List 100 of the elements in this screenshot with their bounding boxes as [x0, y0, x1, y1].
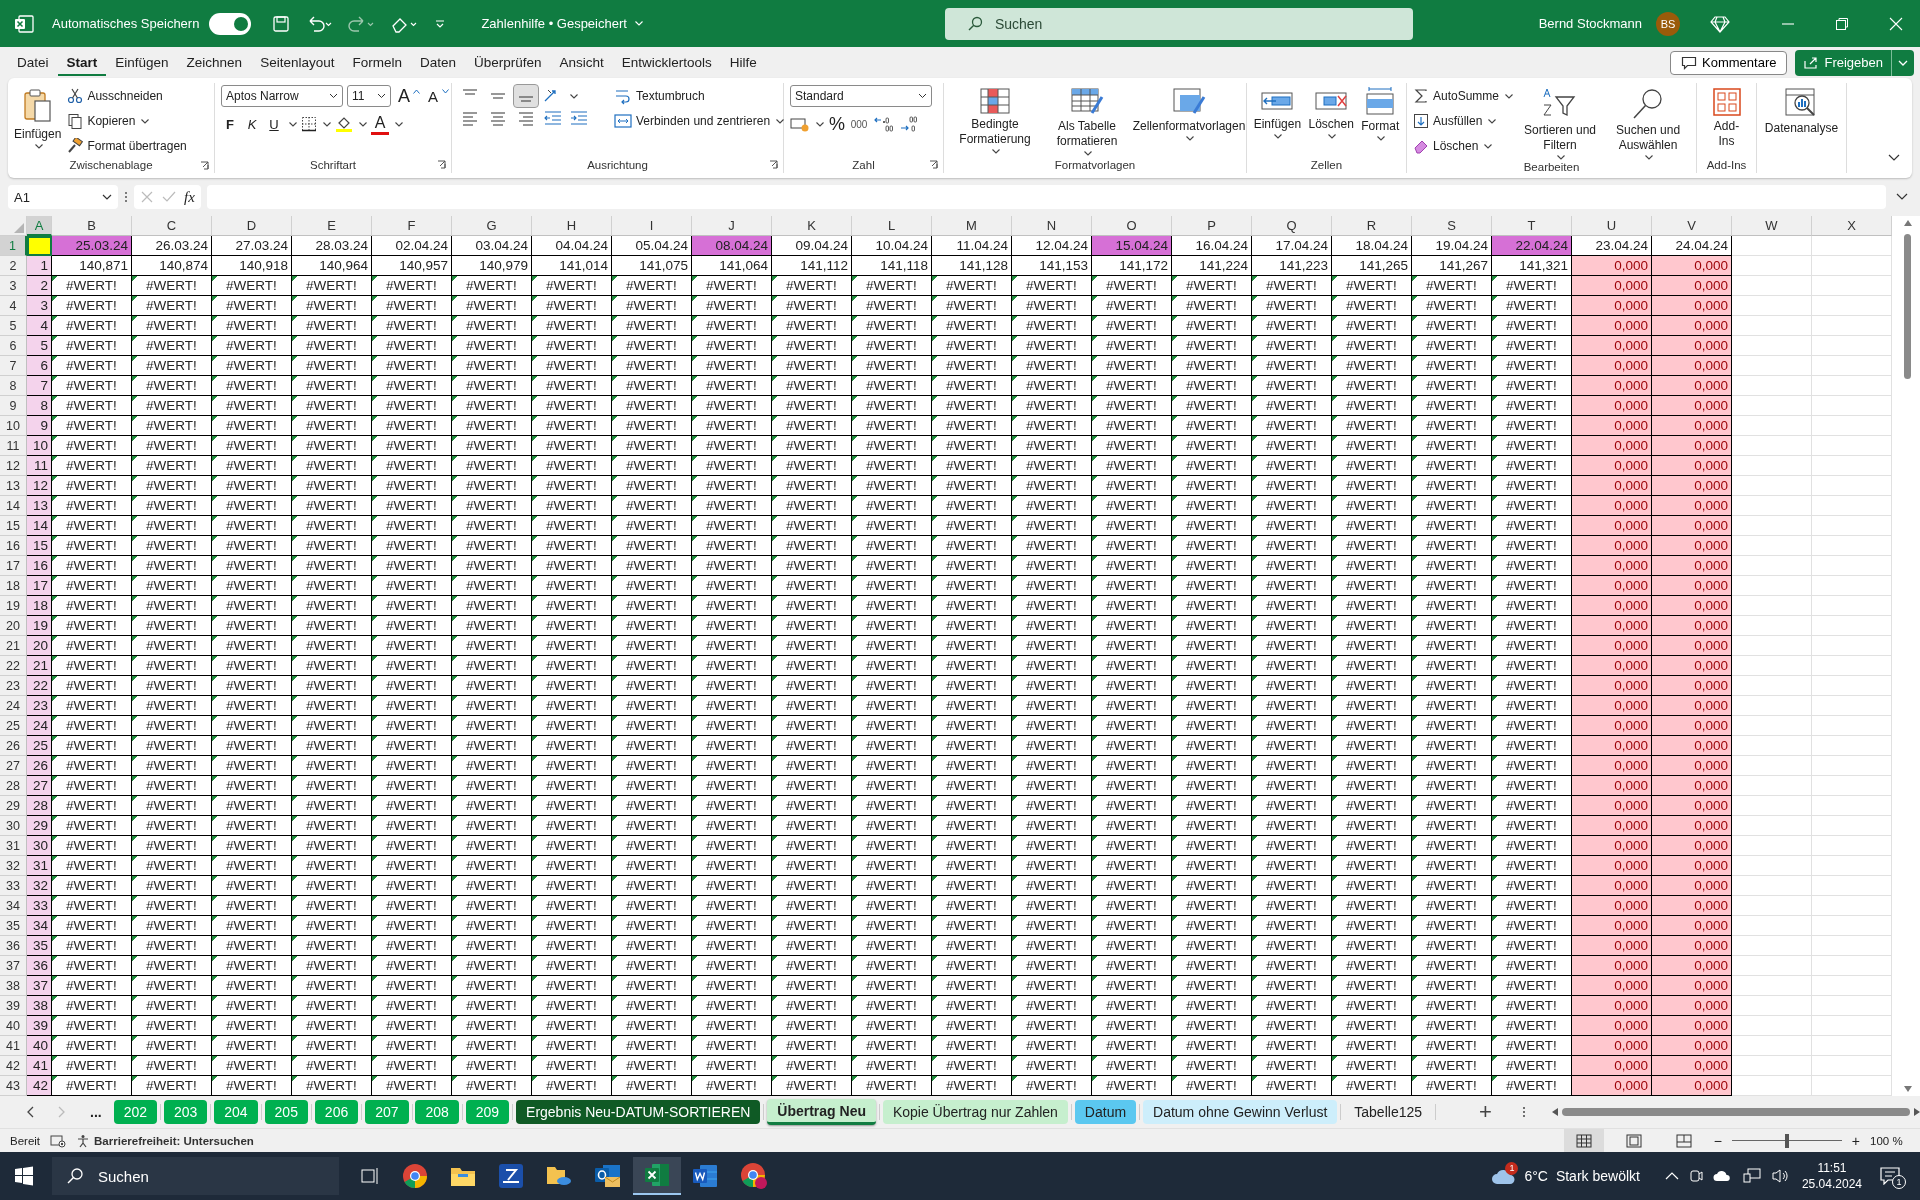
- menu-tab[interactable]: Formeln: [343, 49, 411, 76]
- column-header[interactable]: X: [1812, 216, 1892, 236]
- find-select-button[interactable]: Suchen und Auswählen: [1607, 85, 1690, 153]
- row-header[interactable]: 25: [0, 716, 27, 736]
- row-header[interactable]: 3: [0, 276, 27, 296]
- sheet-tab[interactable]: Kopie Übertrag nur Zahlen: [882, 1100, 1068, 1124]
- column-header[interactable]: E: [292, 216, 372, 236]
- close-icon[interactable]: [1889, 16, 1903, 31]
- folder-icon[interactable]: [450, 1165, 476, 1187]
- caret-icon[interactable]: [776, 118, 785, 124]
- scrollbar-thumb[interactable]: [1561, 1108, 1910, 1116]
- caret-icon[interactable]: [1645, 155, 1654, 160]
- row-header[interactable]: 32: [0, 856, 27, 876]
- dialog-launcher-icon[interactable]: [929, 160, 938, 169]
- cell-styles-button[interactable]: Zellenformatvorlagen: [1134, 85, 1244, 134]
- font-size-field[interactable]: 11: [347, 85, 391, 107]
- menu-tab[interactable]: Einfügen: [106, 49, 178, 76]
- fill-color-icon[interactable]: [335, 115, 353, 133]
- caret-icon[interactable]: [1505, 93, 1514, 99]
- clear-button[interactable]: Löschen: [1413, 135, 1479, 157]
- sheet-tab[interactable]: Datum ohne Gewinn Verlust: [1143, 1100, 1338, 1124]
- row-header[interactable]: 39: [0, 996, 27, 1016]
- sheet-tab[interactable]: Datum: [1074, 1100, 1137, 1124]
- row-header[interactable]: 21: [0, 636, 27, 656]
- word-icon[interactable]: [692, 1164, 718, 1188]
- column-header[interactable]: T: [1492, 216, 1572, 236]
- caret-icon[interactable]: [1274, 134, 1283, 139]
- redo-icon[interactable]: [348, 14, 375, 33]
- row-header[interactable]: 4: [0, 296, 27, 316]
- row-header[interactable]: 42: [0, 1056, 27, 1076]
- format-as-table-button[interactable]: Als Tabelle formatieren: [1046, 85, 1128, 149]
- row-header[interactable]: 16: [0, 536, 27, 556]
- bold-button[interactable]: F: [221, 113, 239, 135]
- diamond-icon[interactable]: [1710, 14, 1730, 33]
- font-family-field[interactable]: Aptos Narrow: [221, 85, 343, 107]
- cut-button[interactable]: Ausschneiden: [67, 85, 187, 107]
- row-header[interactable]: 22: [0, 656, 27, 676]
- comments-button[interactable]: Kommentare: [1670, 50, 1788, 75]
- column-header[interactable]: B: [52, 216, 132, 236]
- notification-icon[interactable]: [1880, 1167, 1900, 1185]
- column-header[interactable]: K: [772, 216, 852, 236]
- row-header[interactable]: 7: [0, 356, 27, 376]
- column-header[interactable]: F: [372, 216, 452, 236]
- column-header[interactable]: Q: [1252, 216, 1332, 236]
- menu-tab[interactable]: Datei: [8, 49, 58, 76]
- row-header[interactable]: 9: [0, 396, 27, 416]
- sheet-tab[interactable]: Ergebnis Neu-DATUM-SORTIEREN: [516, 1100, 761, 1124]
- column-header[interactable]: C: [132, 216, 212, 236]
- menu-tab[interactable]: Überprüfen: [465, 49, 551, 76]
- row-header[interactable]: 40: [0, 1016, 27, 1036]
- menu-tab[interactable]: Start: [57, 49, 107, 76]
- row-header[interactable]: 5: [0, 316, 27, 336]
- column-header[interactable]: S: [1412, 216, 1492, 236]
- menu-tab[interactable]: Seitenlayout: [251, 49, 344, 76]
- data-analysis-button[interactable]: Datenanalyse: [1764, 85, 1839, 136]
- caret-icon[interactable]: [1084, 151, 1092, 156]
- row-header[interactable]: 19: [0, 596, 27, 616]
- delete-cells-button[interactable]: Löschen: [1308, 85, 1354, 132]
- column-header[interactable]: A: [27, 216, 52, 236]
- windows-start-icon[interactable]: [14, 1166, 34, 1186]
- column-header[interactable]: N: [1012, 216, 1092, 236]
- caret-icon[interactable]: [34, 144, 43, 149]
- vertical-align-icon[interactable]: [514, 85, 538, 107]
- document-title[interactable]: Zahlenhilfe • Gespeichert: [481, 16, 627, 31]
- sheet-tab[interactable]: Tabelle125: [1344, 1100, 1433, 1124]
- zoom-out-button[interactable]: −: [1713, 1132, 1722, 1149]
- chevron-up-icon[interactable]: [1664, 1171, 1679, 1181]
- borders-icon[interactable]: [301, 116, 317, 132]
- row-header[interactable]: 15: [0, 516, 27, 536]
- number-format-field[interactable]: Standard: [790, 85, 932, 107]
- column-header[interactable]: L: [852, 216, 932, 236]
- share-dropdown-button[interactable]: [1892, 49, 1914, 76]
- name-box[interactable]: A1: [8, 185, 118, 209]
- menu-tab[interactable]: Zeichnen: [177, 49, 252, 76]
- row-header[interactable]: 35: [0, 916, 27, 936]
- macro-record-icon[interactable]: [50, 1133, 67, 1148]
- row-header[interactable]: 18: [0, 576, 27, 596]
- sort-filter-button[interactable]: Sortieren und Filtern: [1519, 85, 1602, 153]
- column-header[interactable]: J: [692, 216, 772, 236]
- collapse-ribbon-icon[interactable]: [1888, 154, 1900, 162]
- menu-tab[interactable]: Daten: [410, 49, 465, 76]
- column-header[interactable]: V: [1652, 216, 1732, 236]
- row-header[interactable]: 34: [0, 896, 27, 916]
- row-header[interactable]: 10: [0, 416, 27, 436]
- caret-icon[interactable]: [359, 121, 367, 127]
- taskbar-search-field[interactable]: Suchen: [52, 1157, 339, 1195]
- camera-icon[interactable]: [1688, 1168, 1703, 1184]
- caret-icon[interactable]: [1557, 155, 1566, 160]
- row-header[interactable]: 23: [0, 676, 27, 696]
- check-icon[interactable]: [162, 190, 176, 204]
- row-header[interactable]: 8: [0, 376, 27, 396]
- caret-icon[interactable]: [141, 118, 150, 124]
- row-header[interactable]: 29: [0, 796, 27, 816]
- clock[interactable]: 11:51 25.04.2024: [1801, 1160, 1862, 1192]
- column-header[interactable]: M: [932, 216, 1012, 236]
- menu-tab[interactable]: Entwicklertools: [612, 49, 721, 76]
- sheet-tab[interactable]: Übertrag Neu: [767, 1099, 876, 1125]
- font-color-button[interactable]: A: [371, 113, 389, 135]
- customize-icon[interactable]: [434, 17, 447, 30]
- column-header[interactable]: G: [452, 216, 532, 236]
